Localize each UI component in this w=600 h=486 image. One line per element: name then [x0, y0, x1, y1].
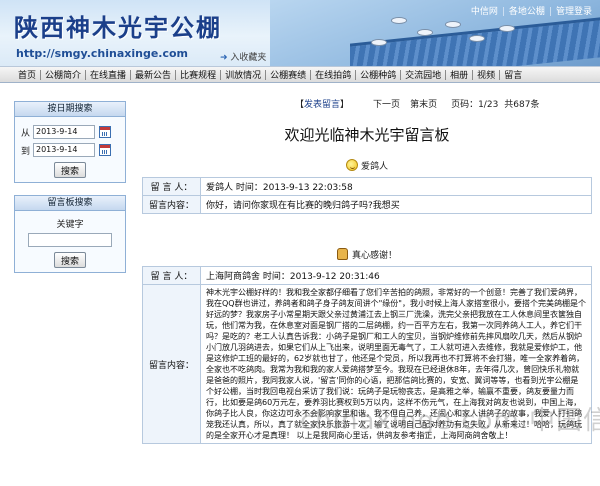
to-date-field[interactable]: 2013-9-14 [33, 143, 95, 157]
author-label: 留 言 人： [142, 266, 201, 285]
nav-item-album[interactable]: 相册 [446, 68, 472, 81]
total-count: 共687条 [504, 99, 540, 110]
nav-item-training[interactable]: 训放情况 [221, 68, 265, 81]
date-search-title: 按日期搜索 [15, 102, 125, 117]
nav-item-breeders[interactable]: 公棚种鸽 [356, 68, 400, 81]
message-display-name: 爱鸽人 [360, 161, 388, 172]
pigeon-icon [500, 26, 514, 31]
top-link-lofts[interactable]: 各地公棚 [509, 7, 545, 17]
pigeon-icon [446, 22, 460, 27]
nav-item-video[interactable]: 视频 [473, 68, 499, 81]
date-search-box: 按日期搜索 从 2013-9-14 到 2013-9-14 搜索 [14, 101, 126, 183]
author-cell: 爱鸽人 时间：2013-9-13 22:03:58 [200, 177, 592, 196]
keyword-search-title: 留言板搜索 [15, 196, 125, 211]
add-favorite-label: 入收藏夹 [230, 53, 267, 63]
sidebar: 按日期搜索 从 2013-9-14 到 2013-9-14 搜索 留言板搜索 关… [14, 101, 126, 285]
author-name: 上海阿商鸽舍 [206, 272, 261, 282]
top-link-admin-login[interactable]: 管理登录 [556, 7, 592, 17]
nav-item-notices[interactable]: 最新公告 [131, 68, 175, 81]
nav-item-forum[interactable]: 交流园地 [401, 68, 445, 81]
pigeon-icon [418, 30, 432, 35]
message-display-name: 真心感谢！ [351, 250, 397, 261]
message-time: 时间：2013-9-13 22:03:58 [235, 183, 353, 193]
next-page-link[interactable]: 下一页 [373, 97, 400, 110]
nav-item-live[interactable]: 在线直播 [86, 68, 130, 81]
nav-item-results[interactable]: 公棚赛绩 [266, 68, 310, 81]
message-time: 时间：2013-9-12 20:31:46 [262, 272, 380, 282]
guestbook-main: 【 发表留言 】 下一页 第末页 页码：1/23 共687条 欢迎光临神木光宇留… [142, 96, 592, 444]
pigeon-icon [372, 40, 386, 45]
nav-item-intro[interactable]: 公棚简介 [41, 68, 85, 81]
pigeon-icon [392, 18, 406, 23]
calendar-icon[interactable] [99, 144, 111, 156]
calendar-icon[interactable] [99, 126, 111, 138]
pager: 【 发表留言 】 下一页 第末页 页码：1/23 共687条 [142, 96, 592, 110]
pigeon-icon [470, 36, 484, 41]
last-page-link[interactable]: 第末页 [410, 97, 437, 110]
top-link-chinaxinge[interactable]: 中信网 [471, 7, 498, 17]
message-header: 真心感谢！ [142, 244, 592, 264]
message-header: 爱鸽人 [142, 155, 592, 175]
page-title: 欢迎光临神木光宇留言板 [284, 126, 450, 144]
date-search-button[interactable]: 搜索 [53, 162, 86, 178]
main-nav: 首页 公棚简介 在线直播 最新公告 比赛规程 训放情况 公棚赛绩 在线拍鸽 公棚… [0, 66, 600, 83]
add-favorite-link[interactable]: ➜ 入收藏夹 [220, 50, 266, 63]
site-header: 陕西神木光宇公棚 http://smgy.chinaxinge.com ➜ 入收… [0, 0, 600, 66]
arrow-right-icon: ➜ [220, 53, 228, 63]
from-date-field[interactable]: 2013-9-14 [33, 125, 95, 139]
thumbs-up-icon [336, 248, 348, 260]
bracket-left: 【 [295, 99, 305, 110]
site-url[interactable]: http://smgy.chinaxinge.com [16, 47, 188, 60]
watermark: chinaxinge.com 中国信鸽信息网 [300, 406, 600, 436]
nav-item-rules[interactable]: 比赛规程 [176, 68, 220, 81]
page-info: 页码：1/23 [451, 99, 499, 110]
keyword-search-button[interactable]: 搜索 [53, 252, 86, 268]
keyword-search-box: 留言板搜索 关键字 搜索 [14, 195, 126, 273]
site-title: 陕西神木光宇公棚 [14, 13, 222, 42]
nav-item-guestbook[interactable]: 留言 [500, 68, 526, 81]
content-label: 留言内容： [142, 284, 201, 444]
message-content: 你好，请问你家现在有比赛的晚归鸽子吗?我想买 [200, 195, 592, 214]
keyword-input[interactable] [28, 233, 112, 247]
top-links: 中信网 | 各地公棚 | 管理登录 [470, 7, 592, 17]
keyword-label: 关键字 [56, 220, 84, 230]
nav-item-auction[interactable]: 在线拍鸽 [311, 68, 355, 81]
nav-item-home[interactable]: 首页 [14, 68, 40, 81]
author-cell: 上海阿商鸽舍 时间：2013-9-12 20:31:46 [200, 266, 592, 285]
author-name: 爱鸽人 [206, 183, 234, 193]
smiley-icon [345, 159, 358, 171]
message-table: 留 言 人： 爱鸽人 时间：2013-9-13 22:03:58 留言内容： 你… [142, 177, 592, 214]
bracket-right: 】 [340, 99, 350, 110]
post-message-link[interactable]: 发表留言 [304, 97, 340, 110]
author-label: 留 言 人： [142, 177, 201, 196]
content-label: 留言内容： [142, 195, 201, 214]
to-label: 到 [21, 146, 31, 157]
from-label: 从 [21, 128, 31, 139]
